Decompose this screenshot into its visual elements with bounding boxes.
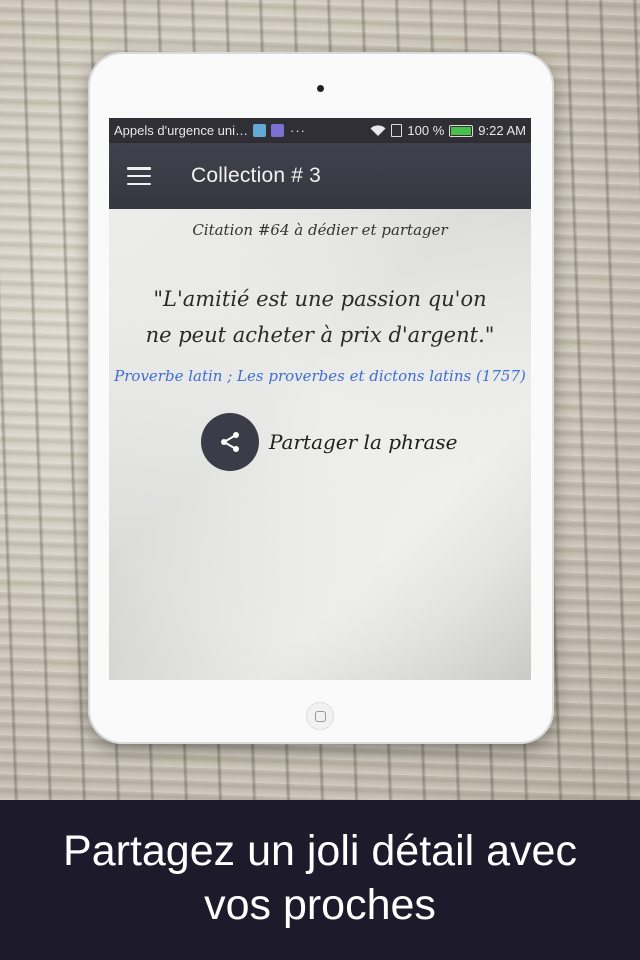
- share-label[interactable]: Partager la phrase: [269, 430, 458, 454]
- camera-dot: [317, 85, 324, 92]
- wifi-icon: [370, 124, 386, 136]
- home-button[interactable]: [306, 702, 334, 730]
- carrier-text: Appels d'urgence uni…: [114, 123, 249, 138]
- notification-app-icon: [253, 124, 267, 137]
- battery-icon: [449, 124, 474, 137]
- sim-icon: [391, 124, 403, 137]
- caption-line-2: vos proches: [204, 881, 436, 929]
- promo-caption: Partagez un joli détail avec vos proches: [0, 800, 640, 960]
- device-screen: Appels d'urgence uni… ··· 100 % 9:22 AM …: [109, 118, 531, 680]
- caption-line-1: Partagez un joli détail avec: [63, 827, 577, 875]
- hamburger-menu-icon[interactable]: [127, 167, 151, 185]
- quote-author-link[interactable]: Proverbe latin ; Les proverbes et dicton…: [109, 367, 531, 385]
- battery-percent: 100 %: [407, 123, 445, 138]
- status-bar: Appels d'urgence uni… ··· 100 % 9:22 AM: [109, 118, 531, 143]
- more-notifications-icon: ···: [290, 123, 307, 138]
- app-bar: Collection # 3: [109, 143, 531, 209]
- quote-subtitle: Citation #64 à dédier et partager: [192, 221, 448, 239]
- clock: 9:22 AM: [478, 123, 526, 138]
- share-icon[interactable]: [201, 413, 259, 471]
- page-title: Collection # 3: [191, 164, 322, 187]
- notification-app-icon-2: [271, 124, 285, 137]
- quote-card: Citation #64 à dédier et partager "L'ami…: [109, 209, 531, 680]
- quote-text: "L'amitié est une passion qu'on ne peut …: [145, 287, 495, 347]
- share-button[interactable]: Partager la phrase: [201, 412, 458, 472]
